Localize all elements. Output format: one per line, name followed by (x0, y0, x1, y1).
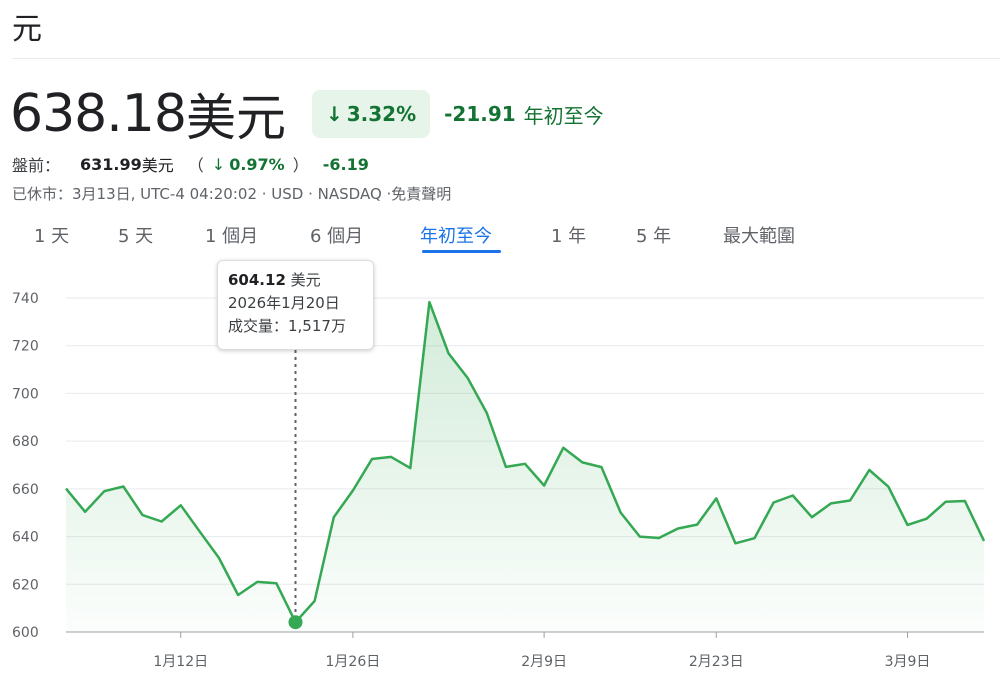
hover-point[interactable] (288, 615, 303, 630)
x-tick-label: 3月9日 (885, 654, 931, 670)
y-tick-label: 700 (12, 386, 39, 402)
premarket-price: 631.99 (80, 154, 142, 174)
x-tick-label: 1月12日 (153, 654, 208, 670)
tab-1-day[interactable]: 1 天 (34, 222, 69, 248)
chart-tooltip: 604.12 美元 2026年1月20日 成交量：1,517万 (217, 260, 374, 350)
change-percent-badge: ↓ 3.32% (311, 90, 431, 138)
tab-1-month[interactable]: 1 個月 (205, 222, 258, 248)
change-percent: 3.32% (346, 102, 417, 126)
premarket-currency: 美元 (141, 156, 174, 175)
header-divider (12, 58, 1000, 59)
x-tick-label: 2月9日 (521, 654, 567, 670)
y-tick-label: 680 (12, 434, 39, 450)
tooltip-date: 2026年1月20日 (228, 294, 340, 312)
premarket-open-paren: （ (187, 156, 204, 175)
tooltip-currency: 美元 (290, 271, 321, 289)
premarket-change-absolute: -6.19 (322, 154, 369, 174)
tab-ytd[interactable]: 年初至今 (420, 222, 492, 248)
y-tick-label: 740 (12, 291, 39, 307)
tooltip-price: 604.12 (228, 271, 286, 289)
premarket-close-paren: ） (292, 156, 309, 175)
tab-5-year[interactable]: 5 年 (636, 222, 671, 248)
change-period-label: 年初至今 (523, 103, 604, 128)
tab-max[interactable]: 最大範圍 (723, 222, 795, 248)
y-tick-label: 620 (12, 577, 39, 593)
price-chart[interactable]: 600 620 640 660 680 700 720 740 1月12日 1月26日 2月9日 2月… (0, 262, 1000, 679)
tab-1-year[interactable]: 1 年 (551, 222, 586, 248)
premarket-line: 盤前： 631.99 美元 （ ↓ 0.97% ） -6.19 (12, 152, 369, 176)
active-tab-indicator (422, 250, 501, 253)
y-tick-label: 640 (12, 530, 39, 546)
price-currency: 美元 (185, 89, 286, 147)
y-tick-label: 720 (12, 339, 39, 355)
arrow-down-icon: ↓ (211, 154, 226, 174)
y-tick-label: 600 (12, 625, 39, 641)
tab-6-month[interactable]: 6 個月 (310, 222, 363, 248)
tooltip-volume: 成交量：1,517万 (228, 317, 346, 335)
premarket-change-percent: 0.97% (229, 154, 285, 174)
arrow-down-icon: ↓ (325, 102, 343, 126)
change-absolute: -21.91 (444, 102, 516, 126)
x-tick-label: 1月26日 (326, 654, 381, 670)
tab-5-day[interactable]: 5 天 (118, 222, 153, 248)
price-summary: 638.18 美元 ↓ 3.32% -21.91 年初至今 (10, 84, 604, 147)
y-tick-label: 660 (12, 482, 39, 498)
market-status-line: 已休市：3月13日, UTC-4 04:20:02 · USD · NASDAQ… (12, 185, 452, 203)
premarket-label: 盤前： (12, 156, 61, 175)
currency-unit-heading: 元 (12, 12, 42, 47)
price-area-fill (66, 302, 984, 632)
x-tick-label: 2月23日 (689, 654, 744, 670)
current-price: 638.18 (10, 84, 187, 144)
